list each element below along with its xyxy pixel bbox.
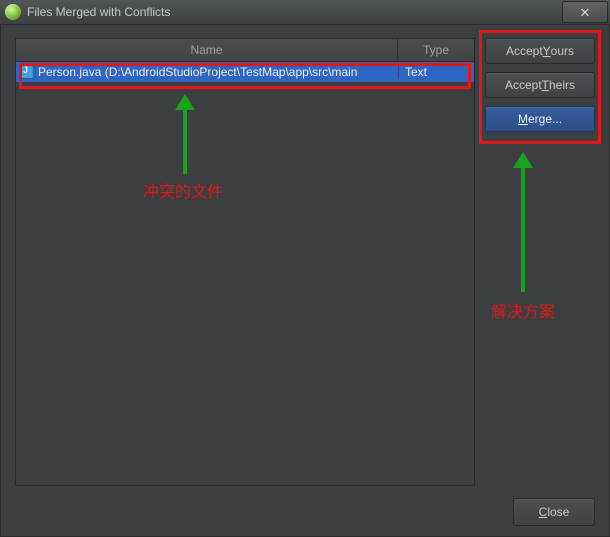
client-area: Name Type Person.java (D:\AndroidStudioP…	[0, 24, 610, 537]
window-close-button[interactable]: ✕	[562, 1, 608, 23]
table-row[interactable]: Person.java (D:\AndroidStudioProject\Tes…	[16, 62, 474, 82]
table-header: Name Type	[16, 39, 474, 62]
cell-type: Text	[398, 65, 474, 79]
accept-theirs-button[interactable]: Accept Theirs	[485, 72, 595, 98]
actions-column: Accept Yours Accept Theirs Merge...	[485, 38, 595, 486]
merge-button[interactable]: Merge...	[485, 106, 595, 132]
accept-yours-button[interactable]: Accept Yours	[485, 38, 595, 64]
footer: Close	[15, 486, 595, 526]
table-body: Person.java (D:\AndroidStudioProject\Tes…	[16, 62, 474, 82]
file-path: Person.java (D:\AndroidStudioProject\Tes…	[38, 65, 357, 79]
close-button[interactable]: Close	[513, 498, 595, 526]
java-file-icon	[20, 65, 34, 79]
window-title: Files Merged with Conflicts	[27, 5, 562, 19]
conflicts-table: Name Type Person.java (D:\AndroidStudioP…	[15, 38, 475, 486]
cell-name: Person.java (D:\AndroidStudioProject\Tes…	[16, 65, 398, 79]
main-area: Name Type Person.java (D:\AndroidStudioP…	[15, 38, 595, 486]
col-header-name[interactable]: Name	[16, 39, 398, 61]
title-bar: Files Merged with Conflicts ✕	[0, 0, 610, 25]
close-icon: ✕	[580, 6, 591, 19]
col-header-type[interactable]: Type	[398, 39, 474, 61]
app-icon	[5, 4, 21, 20]
